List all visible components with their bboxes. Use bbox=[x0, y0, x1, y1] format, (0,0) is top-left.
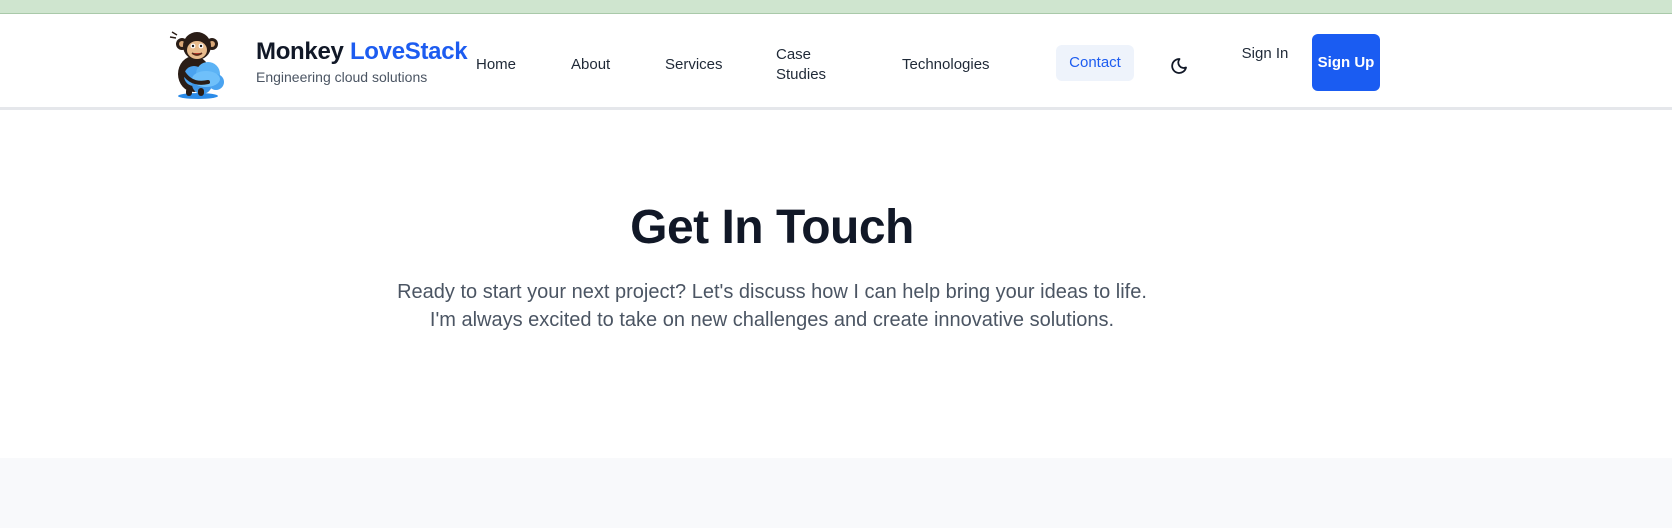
brand-block[interactable]: Monkey LoveStack Engineering cloud solut… bbox=[256, 38, 468, 85]
sign-up-button[interactable]: Sign Up bbox=[1312, 34, 1380, 91]
page-title: Get In Touch bbox=[630, 201, 914, 254]
browser-bookmarks-bar bbox=[0, 0, 1672, 14]
moon-icon bbox=[1171, 58, 1187, 74]
sign-in-button[interactable]: Sign In bbox=[1240, 44, 1290, 64]
brand-name-primary: Monkey bbox=[256, 38, 344, 65]
brand-name-accent: LoveStack bbox=[349, 38, 468, 65]
hero-description: Ready to start your next project? Let's … bbox=[397, 281, 1147, 331]
nav-link-case-studies[interactable]: Case Studies bbox=[776, 45, 836, 85]
brand-name: Monkey LoveStack bbox=[256, 38, 468, 66]
nav-link-contact[interactable]: Contact bbox=[1056, 45, 1134, 81]
nav-link-technologies[interactable]: Technologies bbox=[902, 55, 990, 75]
site-header: Monkey LoveStack Engineering cloud solut… bbox=[0, 14, 1672, 110]
theme-toggle-button[interactable] bbox=[1170, 54, 1192, 76]
next-section-background bbox=[0, 458, 1672, 528]
nav-link-about[interactable]: About bbox=[571, 55, 610, 75]
brand-tagline: Engineering cloud solutions bbox=[256, 69, 428, 85]
nav-link-services[interactable]: Services bbox=[665, 55, 723, 75]
nav-link-home[interactable]: Home bbox=[476, 55, 516, 75]
monkey-logo-icon[interactable] bbox=[168, 26, 232, 100]
